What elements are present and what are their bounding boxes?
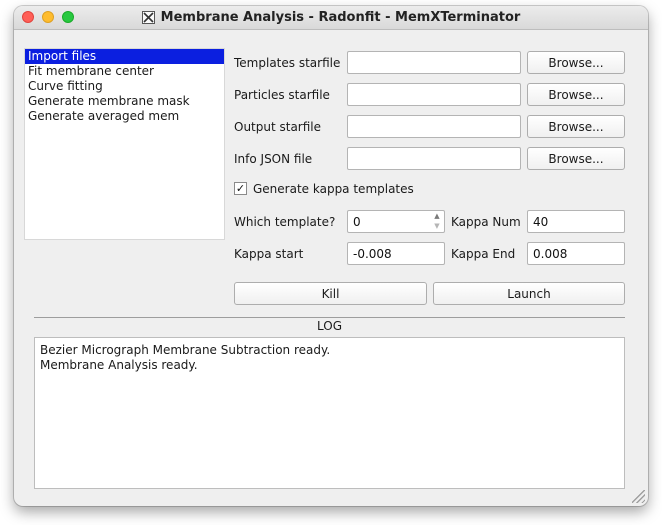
title-wrap: Membrane Analysis - Radonfit - MemXTermi…	[14, 6, 648, 29]
kappa-templates-checkbox[interactable]: ✓	[234, 182, 247, 195]
spin-up-icon[interactable]: ▲	[430, 211, 444, 221]
nav-item-generate-membrane-mask[interactable]: Generate membrane mask	[25, 94, 224, 109]
kill-button[interactable]: Kill	[234, 282, 427, 305]
nav-item-generate-averaged-mem[interactable]: Generate averaged mem	[25, 109, 224, 124]
kappa-start-input[interactable]	[347, 242, 445, 265]
log-output[interactable]: Bezier Micrograph Membrane Subtraction r…	[34, 337, 625, 489]
log-line: Bezier Micrograph Membrane Subtraction r…	[40, 343, 331, 357]
window-title: Membrane Analysis - Radonfit - MemXTermi…	[160, 10, 521, 25]
nav-item-import-files[interactable]: Import files	[25, 49, 224, 64]
particles-browse-button[interactable]: Browse...	[527, 83, 625, 106]
nav-item-curve-fitting[interactable]: Curve fitting	[25, 79, 224, 94]
log-title: LOG	[316, 319, 342, 333]
templates-starfile-input[interactable]	[347, 51, 521, 74]
app-window: Membrane Analysis - Radonfit - MemXTermi…	[14, 6, 648, 506]
which-template-label: Which template?	[234, 215, 336, 229]
resize-grip-icon[interactable]	[632, 490, 645, 503]
launch-button[interactable]: Launch	[433, 282, 625, 305]
output-starfile-input[interactable]	[347, 115, 521, 138]
templates-starfile-label: Templates starfile	[234, 56, 341, 70]
info-json-label: Info JSON file	[234, 152, 313, 166]
kappa-end-input[interactable]	[527, 242, 625, 265]
kappa-end-label: Kappa End	[451, 247, 516, 261]
output-browse-button[interactable]: Browse...	[527, 115, 625, 138]
log-divider	[34, 317, 625, 318]
kappa-templates-label: Generate kappa templates	[253, 182, 414, 196]
info-json-browse-button[interactable]: Browse...	[527, 147, 625, 170]
title-bar[interactable]: Membrane Analysis - Radonfit - MemXTermi…	[14, 6, 648, 30]
kappa-num-input[interactable]	[527, 210, 625, 233]
nav-item-fit-membrane-center[interactable]: Fit membrane center	[25, 64, 224, 79]
templates-browse-button[interactable]: Browse...	[527, 51, 625, 74]
kappa-num-label: Kappa Num	[451, 215, 521, 229]
info-json-input[interactable]	[347, 147, 521, 170]
output-starfile-label: Output starfile	[234, 120, 322, 134]
kappa-start-label: Kappa start	[234, 247, 304, 261]
spin-down-icon[interactable]: ▼	[430, 221, 444, 231]
x11-icon	[141, 11, 155, 24]
section-list[interactable]: Import files Fit membrane center Curve f…	[24, 48, 225, 240]
particles-starfile-label: Particles starfile	[234, 88, 330, 102]
log-line: Membrane Analysis ready.	[40, 358, 198, 372]
particles-starfile-input[interactable]	[347, 83, 521, 106]
which-template-spin-arrows[interactable]: ▲ ▼	[430, 211, 444, 232]
